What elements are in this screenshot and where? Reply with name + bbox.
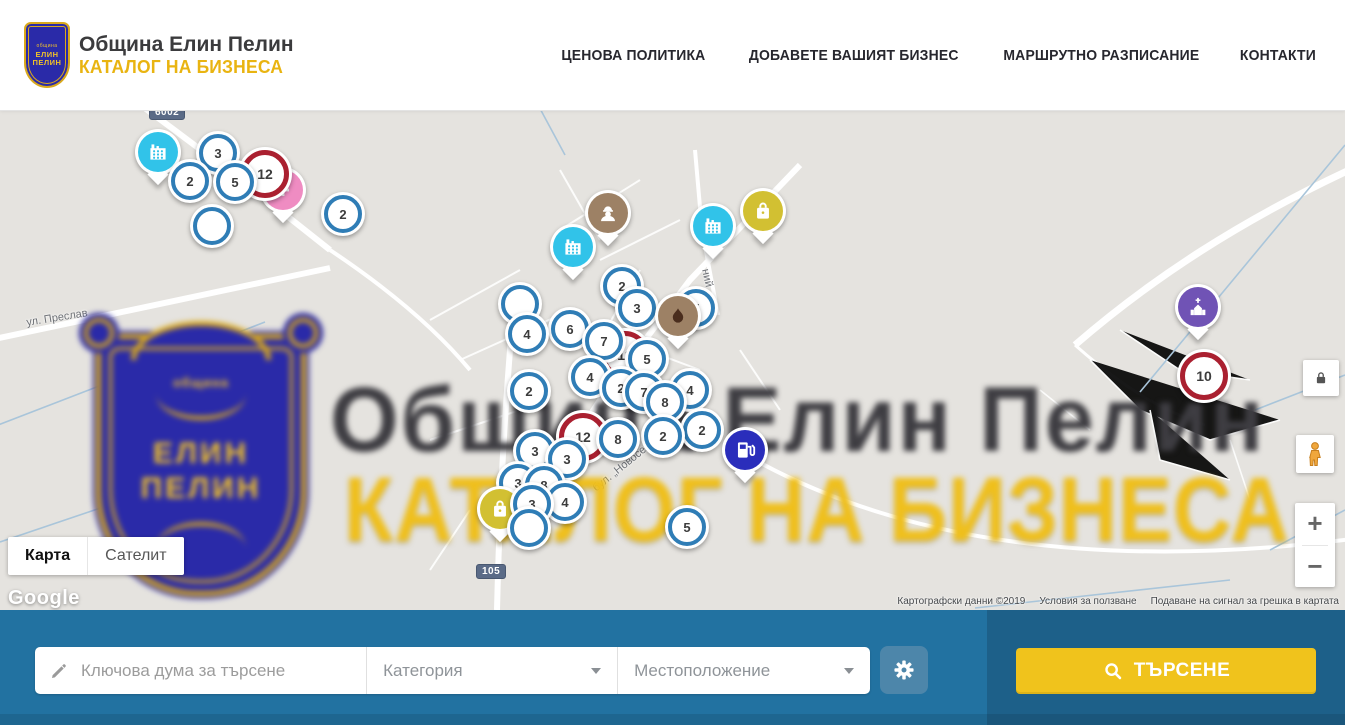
map-cluster-marker[interactable]: 2 bbox=[507, 369, 551, 413]
flame-icon bbox=[658, 296, 698, 336]
attribution-terms-link[interactable]: Условия за ползване bbox=[1039, 596, 1136, 607]
map-pin-marker[interactable] bbox=[740, 188, 786, 234]
attribution-report-error-link[interactable]: Подаване на сигнал за грешка в картата bbox=[1151, 596, 1339, 607]
nav-route-schedule[interactable]: МАРШРУТНО РАЗПИСАНИЕ bbox=[1004, 47, 1200, 64]
site-title: Община Елин Пелин bbox=[79, 33, 294, 57]
cluster-count: 3 bbox=[531, 444, 538, 459]
keyword-search-input[interactable] bbox=[79, 660, 333, 682]
road-number-badge: 105 bbox=[476, 564, 506, 579]
site-subtitle: КАТАЛОГ НА БИЗНЕСА bbox=[79, 57, 287, 78]
fuel-icon bbox=[725, 430, 765, 470]
cluster-count: 4 bbox=[523, 327, 530, 342]
map-cluster-marker[interactable]: 5 bbox=[665, 505, 709, 549]
map-cluster-marker[interactable]: 2 bbox=[680, 408, 724, 452]
pencil-icon bbox=[49, 661, 69, 681]
map-pin-marker[interactable] bbox=[550, 224, 596, 270]
map-pin-marker[interactable] bbox=[690, 203, 736, 249]
category-dropdown[interactable]: Категория bbox=[366, 647, 617, 694]
map-cluster-marker[interactable]: 8 bbox=[596, 417, 640, 461]
caret-down-icon bbox=[844, 668, 854, 674]
google-logo[interactable]: Google bbox=[8, 587, 80, 610]
worker-icon bbox=[588, 193, 628, 233]
map-attribution: Картографски данни ©2019 Условия за полз… bbox=[897, 596, 1339, 607]
cluster-count: 3 bbox=[563, 452, 570, 467]
search-button[interactable]: ТЪРСЕНЕ bbox=[1016, 648, 1316, 694]
municipality-crest-icon: община ЕЛИН ПЕЛИН bbox=[24, 22, 70, 88]
crest-name-line2: ПЕЛИН bbox=[33, 59, 62, 68]
map-pin-marker[interactable] bbox=[585, 190, 631, 236]
cluster-count: 7 bbox=[600, 334, 607, 349]
cluster-count: 5 bbox=[643, 352, 650, 367]
cluster-count: 5 bbox=[683, 520, 690, 535]
factory-icon bbox=[138, 132, 178, 172]
search-filter-bar: Категория Местоположение bbox=[0, 610, 1345, 725]
search-icon bbox=[1102, 660, 1124, 682]
church-icon bbox=[1178, 287, 1218, 327]
zoom-out-button[interactable]: − bbox=[1295, 546, 1335, 588]
zoom-control: + − bbox=[1295, 503, 1335, 587]
map-cluster-marker[interactable]: 4 bbox=[505, 312, 549, 356]
fullscreen-lock-button[interactable] bbox=[1303, 360, 1339, 396]
nav-pricing-policy[interactable]: ЦЕНОВА ПОЛИТИКА bbox=[562, 47, 706, 64]
map-cluster-marker[interactable] bbox=[507, 506, 551, 550]
road-number-badge: 6002 bbox=[149, 110, 185, 120]
search-button-label: ТЪРСЕНЕ bbox=[1134, 660, 1231, 682]
cluster-count: 4 bbox=[586, 370, 593, 385]
map-type-control: Карта Сателит bbox=[8, 537, 184, 575]
cluster-count: 3 bbox=[633, 301, 640, 316]
main-nav: ЦЕНОВА ПОЛИТИКА ДОБАВЕТЕ ВАШИЯТ БИЗНЕС М… bbox=[556, 47, 1319, 64]
map-cluster-marker[interactable]: 2 bbox=[168, 159, 212, 203]
map-type-satellite-button[interactable]: Сателит bbox=[87, 537, 183, 575]
gear-icon bbox=[891, 657, 917, 683]
nav-add-your-business[interactable]: ДОБАВЕТЕ ВАШИЯТ БИЗНЕС bbox=[749, 47, 959, 64]
cluster-count: 2 bbox=[339, 207, 346, 222]
caret-down-icon bbox=[591, 668, 601, 674]
nav-contacts[interactable]: КОНТАКТИ bbox=[1240, 47, 1316, 64]
location-dropdown-label: Местоположение bbox=[634, 661, 770, 681]
map-cluster-marker[interactable]: 10 bbox=[1177, 349, 1231, 403]
cluster-count: 8 bbox=[661, 395, 668, 410]
shopping-bag-icon bbox=[743, 191, 783, 231]
cluster-count: 2 bbox=[525, 384, 532, 399]
map-canvas[interactable]: 6002105ул. Преславбул. „Новоселний 32512… bbox=[0, 110, 1345, 610]
attribution-map-data: Картографски данни ©2019 bbox=[897, 596, 1025, 607]
map-cluster-marker[interactable]: 2 bbox=[641, 414, 685, 458]
cluster-count: 8 bbox=[614, 432, 621, 447]
cluster-count: 10 bbox=[1196, 368, 1212, 384]
cluster-count: 6 bbox=[566, 322, 573, 337]
map-pin-marker[interactable] bbox=[655, 293, 701, 339]
crest-org-text: община bbox=[36, 43, 57, 49]
map-cluster-marker[interactable]: 5 bbox=[213, 160, 257, 204]
map-cluster-marker[interactable]: 2 bbox=[321, 192, 365, 236]
category-dropdown-label: Категория bbox=[383, 661, 462, 681]
street-view-pegman-button[interactable] bbox=[1296, 435, 1334, 473]
map-pin-marker[interactable] bbox=[1175, 284, 1221, 330]
site-logo[interactable]: община ЕЛИН ПЕЛИН Община Елин Пелин КАТА… bbox=[24, 22, 294, 88]
map-pin-marker[interactable] bbox=[722, 427, 768, 473]
cluster-count: 5 bbox=[231, 175, 238, 190]
advanced-settings-button[interactable] bbox=[880, 646, 928, 694]
site-header: община ЕЛИН ПЕЛИН Община Елин Пелин КАТА… bbox=[0, 0, 1345, 111]
cluster-count: 2 bbox=[659, 429, 666, 444]
zoom-in-button[interactable]: + bbox=[1295, 503, 1335, 545]
cluster-count: 3 bbox=[214, 146, 221, 161]
factory-icon bbox=[693, 206, 733, 246]
pegman-icon bbox=[1303, 441, 1327, 467]
cluster-count: 12 bbox=[257, 166, 273, 182]
cluster-count: 2 bbox=[698, 423, 705, 438]
map-type-map-button[interactable]: Карта bbox=[8, 537, 87, 575]
lock-icon bbox=[1312, 369, 1330, 387]
keyword-field[interactable] bbox=[35, 647, 366, 694]
map-cluster-marker[interactable]: 3 bbox=[615, 286, 659, 330]
filter-fields: Категория Местоположение bbox=[35, 647, 870, 694]
cluster-count: 4 bbox=[686, 383, 693, 398]
cluster-count: 4 bbox=[561, 495, 568, 510]
cluster-count: 2 bbox=[186, 174, 193, 189]
factory-icon bbox=[553, 227, 593, 267]
location-dropdown[interactable]: Местоположение bbox=[617, 647, 870, 694]
map-cluster-marker[interactable] bbox=[190, 204, 234, 248]
